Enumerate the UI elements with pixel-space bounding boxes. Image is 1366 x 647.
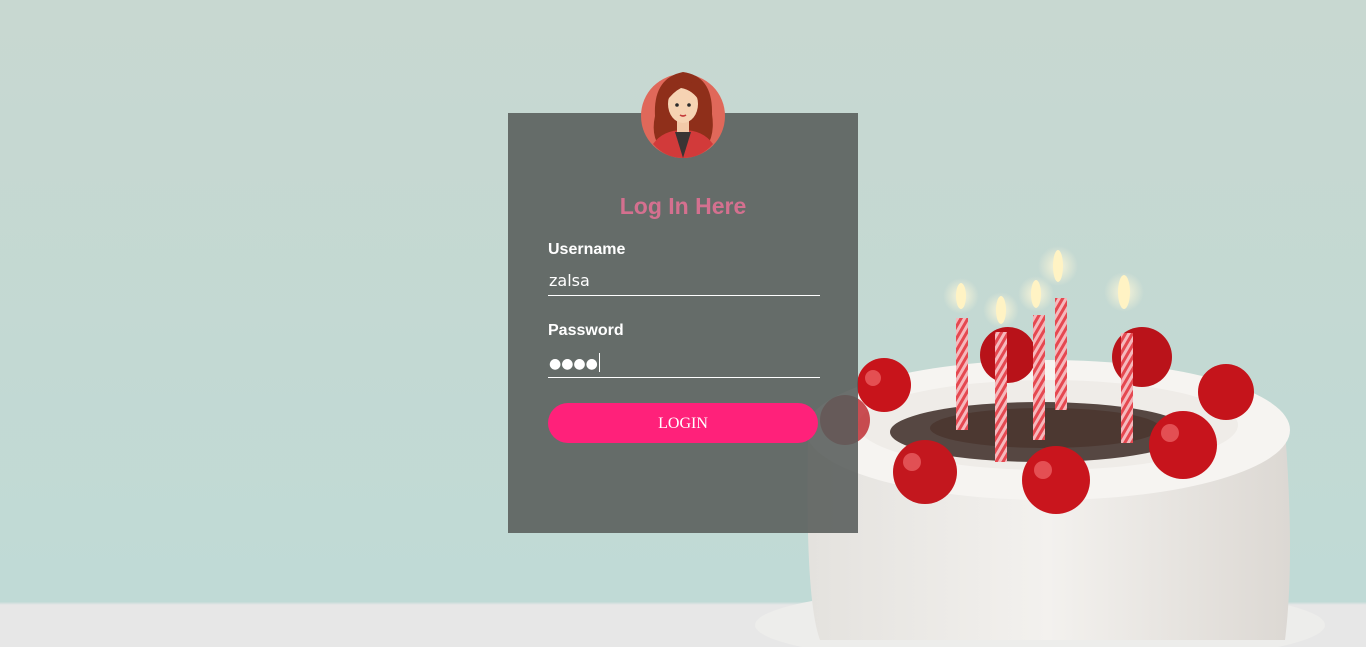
username-label: Username xyxy=(548,241,626,258)
username-value: zalsa xyxy=(549,271,590,290)
login-panel: Log In Here Username zalsa Password ●●●●… xyxy=(508,113,858,533)
text-caret xyxy=(598,352,600,372)
password-label: Password xyxy=(548,322,624,339)
woman-avatar-icon xyxy=(641,72,725,158)
login-button[interactable]: LOGIN xyxy=(548,403,818,443)
password-input[interactable]: ●●●● xyxy=(548,348,820,378)
login-title: Log In Here xyxy=(619,193,747,219)
password-masked-value: ●●●● xyxy=(549,356,598,372)
username-input[interactable]: zalsa xyxy=(548,266,820,296)
